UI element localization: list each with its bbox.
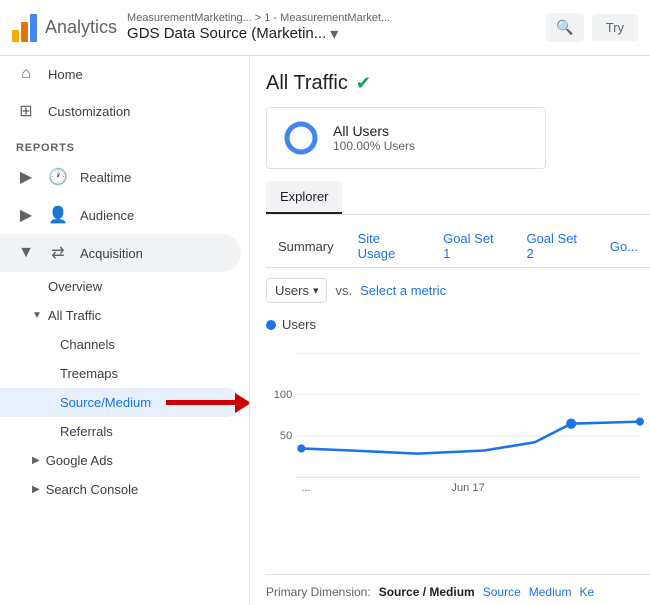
primary-dim-label: Primary Dimension: (266, 585, 371, 599)
source-medium-container: Source/Medium (0, 388, 249, 417)
sidebar-item-realtime[interactable]: ▶ 🕐 Realtime (0, 158, 241, 196)
logo-bar-orange (21, 22, 28, 42)
segment-info: All Users 100.00% Users (333, 123, 415, 153)
red-arrow-line (166, 400, 236, 405)
red-arrow-head (235, 393, 250, 413)
try-button[interactable]: Try (592, 14, 638, 41)
sub-tab-goal-set-2[interactable]: Goal Set 2 (514, 225, 597, 267)
chart-area: Users 100 50 ... Jun 17 (266, 317, 650, 574)
dim-ke[interactable]: Ke (579, 585, 594, 599)
vs-label: vs. (335, 283, 352, 298)
tabs-bar: Explorer (266, 181, 650, 215)
metric-dropdown-icon: ▾ (313, 284, 319, 297)
sidebar-item-audience[interactable]: ▶ 👤 Audience (0, 196, 241, 234)
home-icon: ⌂ (16, 65, 36, 83)
sidebar-item-referrals[interactable]: Referrals (0, 417, 249, 446)
dim-source-medium: Source / Medium (379, 585, 475, 599)
sidebar-item-home-label: Home (48, 67, 83, 82)
sidebar-item-home[interactable]: ⌂ Home (0, 56, 241, 92)
verified-icon: ✔ (356, 73, 371, 94)
legend-label: Users (282, 317, 316, 332)
sub-tab-site-usage[interactable]: Site Usage (346, 225, 431, 267)
sidebar-item-acquisition-label: Acquisition (80, 246, 143, 261)
sidebar-item-acquisition[interactable]: ▼ ⇄ Acquisition (0, 234, 241, 272)
audience-expand-icon: ▶ (16, 205, 36, 225)
sidebar-item-customization-label: Customization (48, 104, 130, 119)
source-medium-label: Source/Medium (60, 395, 151, 410)
tab-explorer[interactable]: Explorer (266, 181, 342, 214)
donut-chart-icon (281, 118, 321, 158)
primary-metric-select[interactable]: Users ▾ (266, 278, 327, 303)
top-bar: Analytics MeasurementMarketing... > 1 - … (0, 0, 650, 56)
search-console-label: Search Console (46, 482, 139, 497)
logo-bar-blue (30, 14, 37, 42)
sidebar-item-all-traffic[interactable]: ▼ All Traffic (0, 301, 249, 330)
logo-bar-yellow (12, 30, 19, 42)
sidebar-item-realtime-label: Realtime (80, 170, 131, 185)
realtime-expand-icon: ▶ (16, 167, 36, 187)
sidebar-all-traffic-label: All Traffic (48, 308, 101, 323)
sidebar-item-customization[interactable]: ⊞ Customization (0, 92, 241, 130)
sidebar-overview-label: Overview (48, 279, 102, 294)
referrals-label: Referrals (60, 424, 113, 439)
primary-metric-label: Users (275, 283, 309, 298)
google-ads-expand-icon: ▶ (32, 455, 40, 466)
acquisition-expand-icon: ▼ (16, 244, 36, 262)
sidebar-item-treemaps[interactable]: Treemaps (0, 359, 249, 388)
sidebar-item-audience-label: Audience (80, 208, 134, 223)
page-title: All Traffic (266, 72, 348, 95)
channels-label: Channels (60, 337, 115, 352)
svg-text:50: 50 (280, 430, 292, 442)
dim-source[interactable]: Source (483, 585, 521, 599)
chart-legend: Users (266, 317, 650, 332)
svg-text:...: ... (301, 482, 310, 494)
svg-text:Jun 17: Jun 17 (451, 482, 484, 494)
legend-dot (266, 320, 276, 330)
sidebar-item-channels[interactable]: Channels (0, 330, 249, 359)
svg-text:100: 100 (274, 389, 293, 401)
metric-row: Users ▾ vs. Select a metric (266, 278, 650, 303)
sub-tab-goal-more[interactable]: Go... (598, 233, 650, 260)
reports-section-label: REPORTS (0, 130, 249, 158)
breadcrumb-bottom: GDS Data Source (Marketin... ▾ (127, 24, 536, 44)
sub-tab-goal-set-1[interactable]: Goal Set 1 (431, 225, 514, 267)
breadcrumb-title: GDS Data Source (Marketin... (127, 25, 326, 42)
sub-tabs: Summary Site Usage Goal Set 1 Goal Set 2… (266, 225, 650, 268)
content-header: All Traffic ✔ (266, 72, 650, 95)
search-icon: 🔍 (556, 19, 573, 36)
google-ads-label: Google Ads (46, 453, 113, 468)
main-layout: ⌂ Home ⊞ Customization REPORTS ▶ 🕐 Realt… (0, 56, 650, 605)
breadcrumb-dropdown-icon[interactable]: ▾ (330, 24, 338, 44)
sub-tab-summary[interactable]: Summary (266, 233, 346, 260)
sidebar: ⌂ Home ⊞ Customization REPORTS ▶ 🕐 Realt… (0, 56, 250, 605)
sidebar-item-search-console[interactable]: ▶ Search Console (0, 475, 249, 504)
acquisition-icon: ⇄ (48, 243, 68, 263)
red-arrow-indicator (166, 393, 250, 413)
segment-card[interactable]: All Users 100.00% Users (266, 107, 546, 169)
treemaps-label: Treemaps (60, 366, 118, 381)
customization-icon: ⊞ (16, 101, 36, 121)
line-chart: 100 50 ... Jun 17 (266, 338, 650, 498)
logo-area: Analytics (12, 14, 117, 42)
sidebar-item-overview[interactable]: Overview (0, 272, 249, 301)
content-area: All Traffic ✔ All Users 100.00% Users Ex… (250, 56, 650, 605)
audience-icon: 👤 (48, 205, 68, 225)
top-bar-actions: 🔍 Try (546, 13, 638, 42)
search-console-expand-icon: ▶ (32, 484, 40, 495)
segment-name: All Users (333, 123, 415, 139)
app-title: Analytics (45, 17, 117, 38)
breadcrumb-area: MeasurementMarketing... > 1 - Measuremen… (127, 12, 536, 44)
analytics-logo (12, 14, 37, 42)
realtime-icon: 🕐 (48, 167, 68, 187)
search-button[interactable]: 🔍 (546, 13, 583, 42)
segment-percent: 100.00% Users (333, 139, 415, 153)
dim-medium[interactable]: Medium (529, 585, 572, 599)
sidebar-item-google-ads[interactable]: ▶ Google Ads (0, 446, 249, 475)
secondary-metric-select[interactable]: Select a metric (360, 283, 446, 298)
all-traffic-expand-icon: ▼ (32, 310, 42, 321)
primary-dimension-bar: Primary Dimension: Source / Medium Sourc… (266, 574, 650, 605)
breadcrumb-top: MeasurementMarketing... > 1 - Measuremen… (127, 12, 536, 24)
